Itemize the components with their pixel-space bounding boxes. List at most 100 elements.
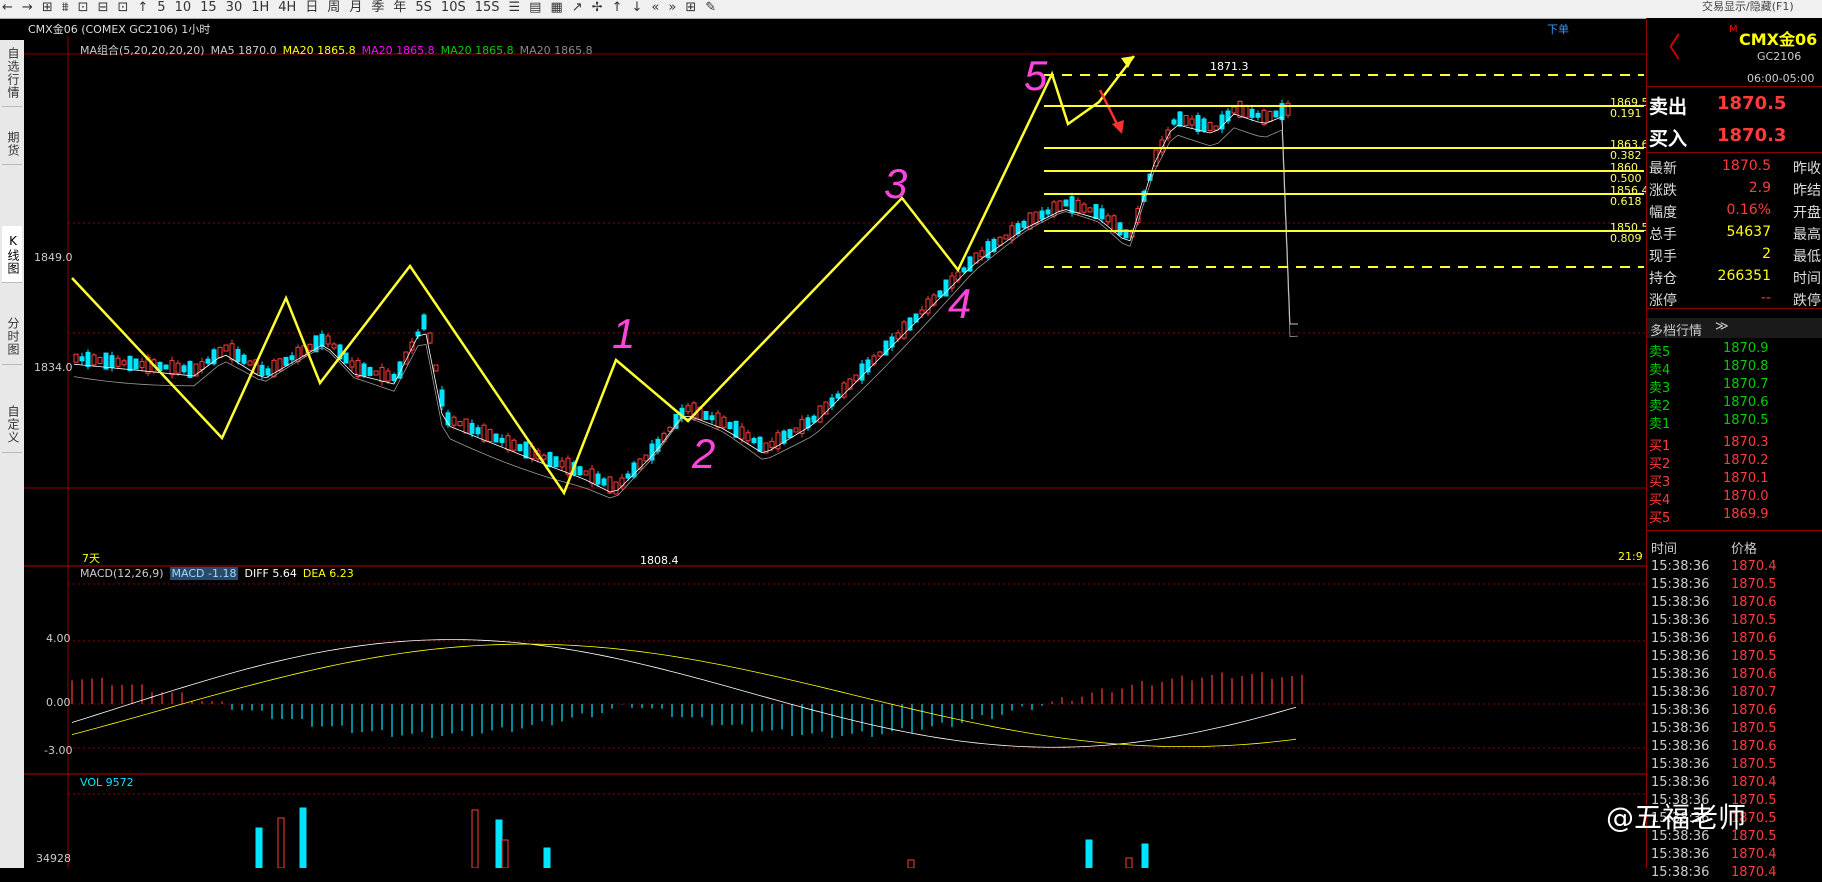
depth-header[interactable]: 多档行情 ≫ [1647,318,1822,339]
legend-item: DEA 6.23 [302,567,354,580]
toolbar-icon[interactable]: ⊞ [685,0,696,18]
legend-item: MA5 1870.0 [210,44,277,57]
toolbar-icon[interactable]: 10S [441,0,466,18]
toolbar-icon[interactable]: ↓ [631,0,642,18]
toolbar-icon[interactable]: ▤ [529,0,541,18]
back-chevron-icon[interactable]: 〈 [1653,26,1681,66]
toolbar-icon[interactable]: ↗ [572,0,583,18]
bid-row[interactable]: 买3 1870.1 [1647,470,1822,490]
tick-row: 15:38:36 1870.6 [1647,738,1822,756]
toolbar-icon[interactable]: → [22,0,33,18]
ask-row[interactable]: 卖5 1870.9 [1647,340,1822,360]
chart-area[interactable]: 1 2 3 4 5 CMX金06 (COMEX GC2106) 1小时 下单 MA组合(… [24,18,1649,868]
toolbar-icon[interactable]: ← [2,0,13,18]
stat-row: 涨跌 2.9 昨结 [1647,178,1822,200]
toolbar-icon[interactable]: ↑ [612,0,623,18]
toolbar-icon[interactable]: ⊡ [117,0,128,18]
double-chevron-down-icon[interactable]: ≫ [1715,319,1729,334]
price-axis-label: 1834.0 [34,361,73,374]
candle-body [439,389,445,407]
stat-label: 现手 [1649,249,1677,265]
candle-body [391,374,397,381]
stat-value: 2 [1762,246,1771,262]
candle-body [757,436,763,452]
toolbar-icon[interactable]: ▦ [550,0,562,18]
toolbar-icon[interactable]: 30 [226,0,243,18]
ask-row[interactable]: 卖1 1870.5 [1647,412,1822,432]
toolbar-icon[interactable]: 日 [305,0,318,18]
toolbar-icon[interactable]: 15S [475,0,500,18]
tab-kline[interactable]: K线图 [2,226,22,283]
toolbar-icon[interactable]: 季 [371,0,384,18]
order-button[interactable]: 下单 [1547,21,1569,37]
candle-body [751,438,757,443]
stat-value: 0.16% [1726,202,1771,218]
vol-axis-label: 34928 [36,852,71,865]
toolbar-icon[interactable]: 5 [157,0,165,18]
toolbar-icon[interactable]: 年 [393,0,406,18]
toolbar-icon[interactable]: ⊡ [78,0,89,18]
tab-futures[interactable]: 期货 [2,124,22,165]
candle-body [733,420,739,438]
tab-watchlist[interactable]: 自选行情 [2,40,22,107]
toolbar-icon[interactable]: 月 [349,0,362,18]
toolbar-icons: ← → ⊞ ⩩ ⊡ ⊟ ⊡ ↑ 5 10 15 30 1H 4H 日周月季年 5S 10S 15S ☰ ▤ ▦ ↗ ✢ ↑ ↓ «… [2,0,716,18]
stat-label-2: 跌停 [1793,293,1821,309]
toolbar-icon[interactable]: 1H [251,0,269,18]
candle-body [709,415,715,421]
stat-label-2: 昨收 [1793,161,1821,177]
toolbar-icon[interactable]: ✎ [705,0,716,18]
bid-row[interactable]: 买2 1870.2 [1647,452,1822,472]
ma20-line [73,127,1299,499]
candle-body [1267,110,1273,122]
candle-body [427,332,433,344]
toolbar-icon[interactable]: 周 [327,0,340,18]
bid-row[interactable]: 买4 1870.0 [1647,488,1822,508]
stat-value: 1870.5 [1722,158,1771,174]
stat-row: 幅度 0.16% 开盘 [1647,200,1822,222]
session-time: 06:00-05:00 [1747,72,1815,85]
candle-body [139,361,145,369]
bid-row[interactable]: 买1 1870.3 [1647,434,1822,454]
chart-canvas[interactable]: 1 2 3 4 5 [24,18,1646,868]
candle-body [595,473,601,485]
candle-body [373,370,379,376]
toolbar-icon[interactable]: ✢ [592,0,603,18]
toolbar-icon[interactable]: « [651,0,659,18]
tick-price: 1870.7 [1731,685,1777,700]
toolbar-icon[interactable]: ⩩ [62,0,69,18]
ask-row[interactable]: 卖4 1870.8 [1647,358,1822,378]
price-axis-label: 1849.0 [34,251,73,264]
ask-row[interactable]: 卖3 1870.7 [1647,376,1822,396]
tab-timeshare[interactable]: 分时图 [2,308,22,365]
tick-row: 15:38:36 1870.5 [1647,576,1822,594]
trade-toggle-link[interactable]: 交易显示/隐藏(F1) [1702,0,1794,14]
arrow-down-line [1098,89,1121,129]
candle-body [127,355,133,371]
buy-price[interactable]: 1870.3 [1717,125,1786,146]
tick-time: 15:38:36 [1651,775,1710,790]
toolbar-icon[interactable]: » [668,0,676,18]
toolbar-icon[interactable]: 5S [415,0,432,18]
sell-price[interactable]: 1870.5 [1717,93,1786,114]
toolbar-icon[interactable]: ↑ [137,0,148,18]
ask-row[interactable]: 卖2 1870.6 [1647,394,1822,414]
ask-price: 1870.9 [1723,341,1769,356]
tab-custom[interactable]: 自定义 [2,396,22,453]
candle-body [361,363,367,377]
toolbar-icon[interactable]: 10 [175,0,192,18]
toolbar-icon[interactable]: 15 [200,0,217,18]
volume-bar [543,847,551,868]
tick-time: 15:38:36 [1651,757,1710,772]
candle-body [265,368,271,376]
macd-axis-label: -3.00 [44,744,73,757]
tick-row: 15:38:36 1870.5 [1647,720,1822,738]
legend-item: MA20 1865.8 [282,44,356,57]
toolbar-icon[interactable]: ⊟ [98,0,109,18]
toolbar-icon[interactable]: ⊞ [42,0,53,18]
candle-body [475,427,481,435]
bid-row[interactable]: 买5 1869.9 [1647,506,1822,526]
low-price-label: 1808.4 [640,554,679,567]
toolbar-icon[interactable]: 4H [278,0,296,18]
toolbar-icon[interactable]: ☰ [509,0,521,18]
